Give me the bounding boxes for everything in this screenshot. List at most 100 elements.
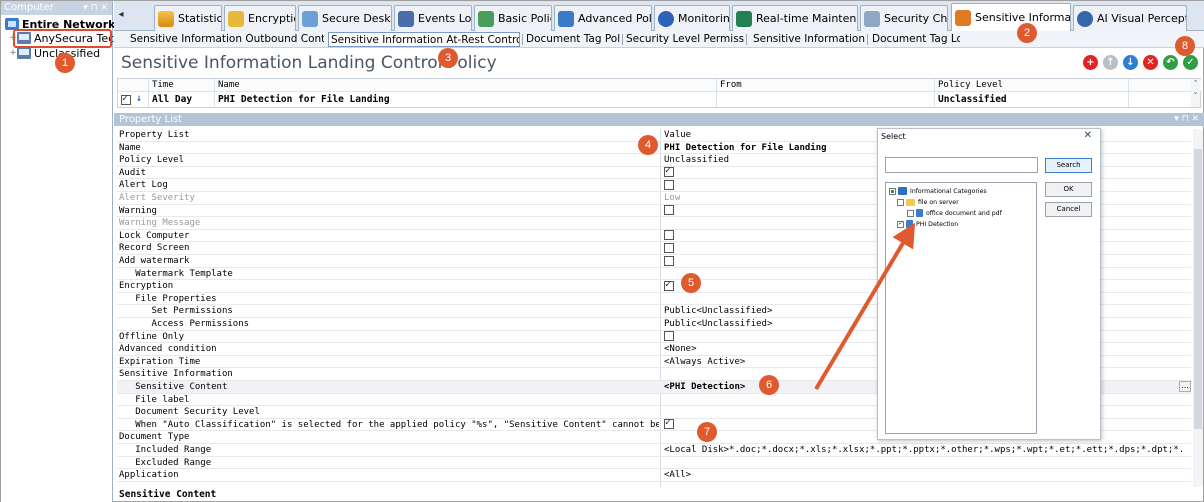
tab-events-log[interactable]: Events Log xyxy=(394,5,472,31)
tab-encryption[interactable]: Encryption xyxy=(224,5,296,31)
tab-ai-visual-perception[interactable]: AI Visual Perception xyxy=(1073,5,1187,31)
step-marker-1: 1 xyxy=(55,53,75,73)
property-name: Warning Message xyxy=(119,218,201,229)
property-row[interactable]: Excluded Range xyxy=(117,457,1191,470)
property-checkbox[interactable] xyxy=(664,255,674,266)
tab-security-check[interactable]: Security Check xyxy=(860,5,948,31)
tree-checkbox[interactable] xyxy=(897,198,904,206)
security-check-icon xyxy=(864,10,880,27)
add-policy-button[interactable]: + xyxy=(1083,55,1098,70)
move-down-button[interactable]: ↓ xyxy=(1123,55,1138,70)
policy-name: PHI Detection for File Landing xyxy=(218,94,390,105)
subtab-sensitive-information-log[interactable]: Sensitive Information Log xyxy=(751,32,865,47)
move-up-button[interactable]: ↑ xyxy=(1103,55,1118,70)
property-checkbox[interactable] xyxy=(664,242,674,253)
property-checkbox[interactable] xyxy=(664,419,674,430)
property-name: File label xyxy=(119,394,190,405)
column-header-name[interactable]: Name xyxy=(218,80,240,90)
delete-policy-button[interactable]: ✕ xyxy=(1143,55,1158,70)
tree-item-unclassified[interactable]: + Unclassified xyxy=(9,46,100,60)
tree-item-office-document-and-pdf[interactable]: office document and pdf xyxy=(907,208,1002,218)
property-name: Add watermark xyxy=(119,256,190,266)
tab-scroll-left-icon[interactable]: ◂ xyxy=(116,9,126,23)
property-name: Lock Computer xyxy=(119,230,190,241)
step-marker-2: 2 xyxy=(1017,23,1037,43)
column-header-from[interactable]: From xyxy=(720,80,742,90)
property-name: Offline Only xyxy=(119,331,185,342)
property-description-label: Sensitive Content xyxy=(119,489,217,500)
column-header-policy-level[interactable]: Policy Level xyxy=(938,80,1003,90)
computer-pane-title-text: Computer xyxy=(4,2,54,13)
tab-label: AI Visual Perception xyxy=(1097,12,1186,25)
tree-item-file-on-server[interactable]: file on server xyxy=(897,197,959,207)
tab-sensitive-information[interactable]: Sensitive Information xyxy=(951,3,1071,31)
property-checkbox[interactable] xyxy=(664,179,674,190)
tree-item-phi-detection[interactable]: PHI Detection xyxy=(897,219,958,229)
property-list-scrollbar[interactable] xyxy=(1193,129,1203,487)
property-name: Expiration Time xyxy=(119,356,201,367)
column-header-time[interactable]: Time xyxy=(152,80,174,90)
property-name: Excluded Range xyxy=(119,457,212,468)
tab-monitoring[interactable]: Monitoring xyxy=(654,5,730,31)
property-checkbox[interactable] xyxy=(664,280,674,291)
property-name: Advanced condition xyxy=(119,344,217,355)
browse-sensitive-content-button[interactable]: ... xyxy=(1179,381,1191,392)
property-value[interactable]: <All> xyxy=(664,469,1184,481)
tab-label: Monitoring xyxy=(678,12,730,25)
step-marker-6: 6 xyxy=(759,375,779,395)
pane-controls[interactable]: ▾ ⊓ ✕ xyxy=(1174,113,1199,126)
tab-secure-desktop[interactable]: Secure Desktop xyxy=(298,5,392,31)
policy-enable-checkbox[interactable] xyxy=(121,94,131,105)
tab-statistics[interactable]: Statistics xyxy=(154,5,222,31)
subtab-document-tag-policy[interactable]: Document Tag Policy xyxy=(524,32,620,47)
expand-icon[interactable]: + xyxy=(9,48,17,58)
property-name: Set Permissions xyxy=(119,306,233,317)
events-log-icon xyxy=(398,10,414,27)
property-checkbox[interactable] xyxy=(664,331,674,342)
dialog-ok-button[interactable]: OK xyxy=(1045,182,1092,197)
dialog-search-button[interactable]: Search xyxy=(1045,158,1092,173)
advanced-policy-icon xyxy=(558,10,574,27)
property-name: When "Auto Classification" is selected f… xyxy=(135,419,659,430)
table-row[interactable]: ↓ All Day PHI Detection for File Landing… xyxy=(118,93,1193,107)
subtab-outbound-control[interactable]: Sensitive Information Outbound Control P… xyxy=(128,32,324,47)
step-marker-4: 4 xyxy=(638,135,658,155)
tab-basic-policy[interactable]: Basic Policy xyxy=(474,5,552,31)
scrollbar-thumb[interactable] xyxy=(1194,149,1202,429)
property-checkbox[interactable] xyxy=(664,205,674,216)
property-name: Audit xyxy=(119,167,147,178)
subtab-document-tag-log[interactable]: Document Tag Log xyxy=(870,32,960,47)
dialog-search-input[interactable] xyxy=(885,157,1038,173)
property-name: Warning xyxy=(119,205,157,216)
property-checkbox[interactable] xyxy=(664,230,674,241)
close-icon[interactable]: ✕ xyxy=(1084,130,1092,141)
save-policy-button[interactable]: ✓ xyxy=(1183,55,1198,70)
pane-controls[interactable]: ▾ ⊓ ✕ xyxy=(83,1,108,15)
property-value[interactable] xyxy=(664,457,1184,469)
subtab-security-level-permissions[interactable]: Security Level Permissions xyxy=(624,32,744,47)
tree-checkbox[interactable] xyxy=(889,187,896,195)
dialog-cancel-button[interactable]: Cancel xyxy=(1045,202,1092,217)
tree-checkbox[interactable] xyxy=(907,209,914,217)
property-checkbox[interactable] xyxy=(664,167,674,178)
tab-label: Statistics xyxy=(178,12,222,25)
sensitive-information-icon xyxy=(955,9,971,26)
subtab-at-rest-control[interactable]: Sensitive Information At-Rest Control Po… xyxy=(328,32,520,47)
property-row[interactable]: Application <All> xyxy=(117,469,1191,482)
property-name: Document Security Level xyxy=(119,407,260,418)
tab-advanced-policy[interactable]: Advanced Policy xyxy=(554,5,652,31)
undo-button[interactable]: ↶ xyxy=(1163,55,1178,70)
tree-checkbox[interactable] xyxy=(897,219,904,228)
subtab-divider xyxy=(522,34,523,45)
statistics-icon xyxy=(158,10,174,27)
property-row[interactable]: Included Range <Local Disk>*.doc;*.docx;*… xyxy=(117,444,1191,457)
lock-icon xyxy=(228,10,244,27)
property-value[interactable]: <Local Disk>*.doc;*.docx;*.xls;*.xlsx;*.… xyxy=(664,444,1184,456)
tree-item-informational-categories[interactable]: Informational Categories xyxy=(889,186,987,196)
property-name: Sensitive Information xyxy=(119,369,233,380)
property-name: Watermark Template xyxy=(119,268,233,279)
property-name: Name xyxy=(119,142,141,153)
tab-label: Advanced Policy xyxy=(578,12,652,25)
policy-grid-scrollbar[interactable]: ⌃ ⌄ xyxy=(1191,79,1200,107)
tab-real-time-maintenance[interactable]: Real-time Maintenance xyxy=(732,5,858,31)
